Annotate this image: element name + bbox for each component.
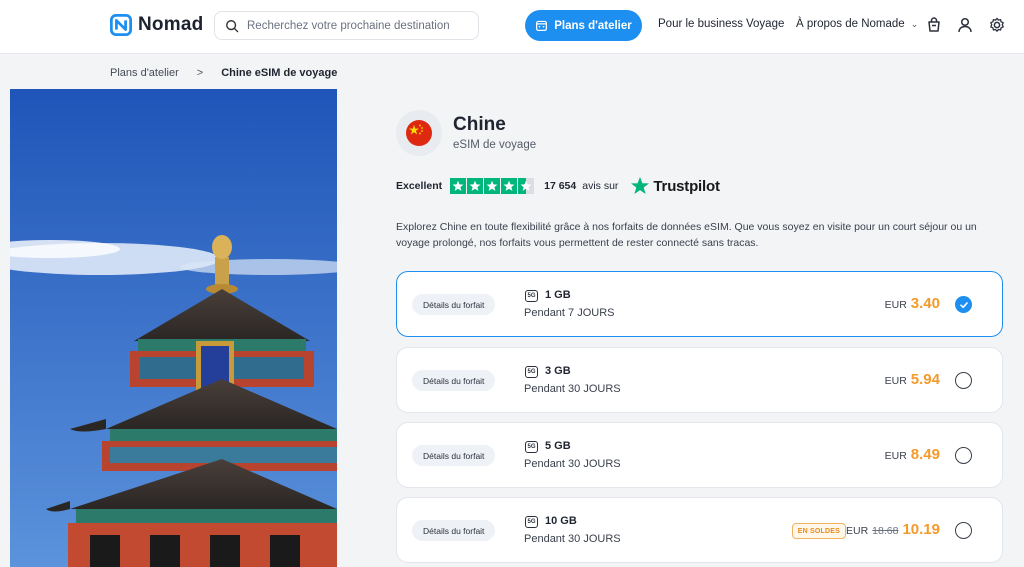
plans-atelier-button[interactable]: Plans d'atelier — [525, 10, 642, 41]
breadcrumb-separator: > — [196, 67, 204, 79]
star-icon — [450, 178, 467, 194]
nav-about[interactable]: À propos de Nomade ⌄ — [796, 18, 918, 30]
plan-details-button[interactable]: Détails du forfait — [412, 370, 496, 391]
nomad-logo-icon — [110, 14, 132, 36]
plan-price: EUR 18.68 10.19 — [846, 521, 940, 538]
currency: EUR — [884, 450, 907, 462]
5g-icon: 5G — [525, 290, 538, 302]
nomad-logo[interactable]: Nomad — [110, 14, 203, 36]
plan-details-button[interactable]: Détails du forfait — [412, 445, 496, 466]
product-description: Explorez Chine en toute flexibilité grâc… — [396, 221, 977, 249]
trustpilot-star-icon — [631, 177, 650, 194]
plan-price: EUR 5.94 — [885, 371, 940, 388]
breadcrumb-current: Chine eSIM de voyage — [221, 67, 338, 79]
chevron-down-icon: ⌄ — [910, 19, 919, 29]
plan-card-10gb[interactable]: Détails du forfait 5G 10 GB Pendant 30 J… — [396, 497, 1003, 563]
plan-radio[interactable] — [955, 372, 972, 389]
star-icon — [501, 178, 518, 194]
nav-voyage[interactable]: Voyage — [746, 18, 784, 30]
logo-text: Nomad — [138, 14, 204, 35]
plan-details-button[interactable]: Détails du forfait — [412, 294, 496, 315]
nav-business[interactable]: Pour le business — [658, 18, 743, 30]
user-icon[interactable] — [956, 16, 974, 34]
plan-duration: Pendant 30 JOURS — [524, 533, 621, 545]
plan-duration: Pendant 7 JOURS — [524, 307, 615, 319]
plan-data-amount: 10 GB — [545, 515, 577, 527]
plan-radio[interactable] — [955, 447, 972, 464]
rating-label: Excellent — [396, 180, 443, 192]
plan-card-5gb[interactable]: Détails du forfait 5G 5 GB Pendant 30 JO… — [396, 422, 1003, 488]
cart-icon[interactable] — [925, 16, 943, 34]
plan-radio-checked[interactable] — [955, 296, 972, 313]
price-value: 5.94 — [910, 371, 940, 388]
5g-icon: 5G — [525, 516, 538, 528]
plan-data-amount: 5 GB — [545, 440, 571, 452]
search-input[interactable] — [247, 19, 467, 32]
plan-radio[interactable] — [955, 522, 972, 539]
breadcrumb: Plans d'atelier > Chine eSIM de voyage — [110, 67, 337, 79]
plan-card-3gb[interactable]: Détails du forfait 5G 3 GB Pendant 30 JO… — [396, 347, 1003, 413]
destination-image — [10, 89, 337, 567]
currency: EUR — [846, 525, 869, 537]
plans-atelier-label: Plans d'atelier — [554, 19, 632, 32]
store-icon — [536, 20, 548, 31]
price-value: 8.49 — [910, 446, 940, 463]
search-icon — [226, 19, 239, 32]
settings-icon[interactable] — [988, 16, 1006, 34]
price-value: 3.40 — [910, 295, 940, 312]
breadcrumb-parent[interactable]: Plans d'atelier — [110, 67, 179, 79]
star-icon — [467, 178, 484, 194]
plan-duration: Pendant 30 JOURS — [524, 458, 621, 470]
trustpilot-text: Trustpilot — [653, 177, 720, 195]
top-navbar: Nomad Plans d'atelier Pour le business V… — [0, 0, 1024, 54]
currency: EUR — [884, 375, 907, 387]
nav-about-label: À propos de Nomade — [796, 18, 905, 30]
rating-row: Excellent 17 654 avis sur Trustpilot — [396, 176, 720, 196]
search-bar[interactable] — [214, 11, 479, 40]
5g-icon: 5G — [525, 441, 538, 453]
page-subtitle: eSIM de voyage — [453, 139, 537, 151]
plan-data-amount: 3 GB — [545, 365, 571, 377]
country-flag — [396, 110, 442, 156]
trustpilot-logo[interactable]: Trustpilot — [630, 176, 720, 196]
sale-badge: EN SOLDES — [791, 523, 846, 539]
china-flag-icon — [406, 120, 432, 146]
currency: EUR — [884, 299, 907, 311]
plan-price: EUR 3.40 — [885, 295, 940, 312]
plan-data-amount: 1 GB — [545, 289, 571, 301]
price-value: 10.19 — [902, 521, 940, 538]
reviews-text: avis sur — [582, 180, 619, 192]
plan-price: EUR 8.49 — [885, 446, 940, 463]
star-icon — [484, 178, 501, 194]
plan-details-button[interactable]: Détails du forfait — [412, 520, 496, 541]
half-star-icon — [518, 178, 535, 194]
plan-card-1gb[interactable]: Détails du forfait 5G 1 GB Pendant 7 JOU… — [396, 271, 1003, 337]
check-icon — [959, 301, 968, 308]
page-title: Chine — [453, 114, 506, 135]
reviews-count: 17 654 — [544, 180, 577, 192]
temple-of-heaven-image — [10, 89, 337, 567]
plan-duration: Pendant 30 JOURS — [524, 383, 621, 395]
5g-icon: 5G — [525, 366, 538, 378]
old-price: 18.68 — [872, 525, 899, 537]
rating-stars — [450, 178, 535, 194]
